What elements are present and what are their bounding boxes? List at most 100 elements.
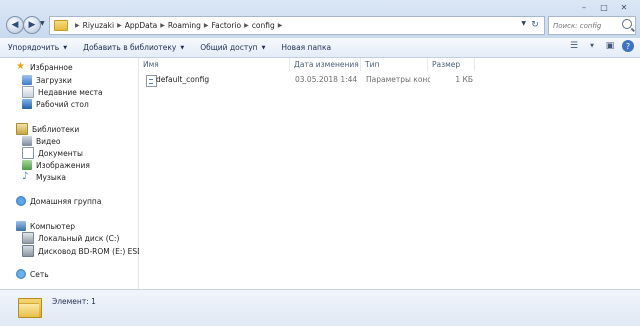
column-label: Дата изменения (294, 60, 359, 69)
chevron-right-icon[interactable]: ▶ (117, 22, 122, 29)
documents-icon (22, 147, 34, 159)
breadcrumb-item[interactable]: AppData (125, 21, 158, 30)
file-name: default_config (156, 75, 210, 84)
nav-label: Музыка (36, 172, 66, 182)
nav-video[interactable]: Видео (22, 135, 60, 147)
nav-label: Загрузки (36, 75, 72, 85)
help-icon[interactable]: ? (622, 40, 634, 52)
recent-pages-dropdown[interactable]: ▼ (40, 20, 47, 28)
share-button[interactable]: Общий доступ ▼ (192, 38, 273, 57)
breadcrumb-item[interactable]: Riyuzaki (83, 21, 114, 30)
chevron-down-icon: ▼ (180, 44, 185, 51)
chevron-right-icon[interactable]: ▶ (75, 22, 80, 29)
file-size: 1 КБ (455, 75, 473, 84)
folder-icon (54, 20, 68, 31)
hard-drive-icon (22, 232, 34, 244)
network-icon (16, 269, 26, 279)
column-header-name[interactable]: Имя (139, 58, 290, 71)
address-bar[interactable]: ▶ Riyuzaki ▶ AppData ▶ Roaming ▶ Factori… (49, 16, 545, 35)
star-icon: ★ (16, 61, 25, 72)
views-icon[interactable] (568, 40, 580, 52)
file-list: Имя Дата изменения Тип Размер default_co… (139, 58, 640, 289)
item-count: Элемент: 1 (52, 297, 96, 306)
nav-label: Изображения (36, 160, 90, 170)
forward-button[interactable]: ▶ (23, 16, 41, 34)
navigation-pane: ★ Избранное Загрузки Недавние места Рабоч… (0, 58, 159, 289)
file-date: 03.05.2018 1:44 (295, 75, 358, 84)
add-to-library-button[interactable]: Добавить в библиотеку ▼ (75, 38, 192, 57)
chevron-down-icon: ▼ (63, 44, 68, 51)
nav-label: Компьютер (30, 221, 75, 231)
downloads-icon (22, 75, 32, 85)
desktop-icon (22, 99, 32, 109)
nav-desktop[interactable]: Рабочий стол (22, 98, 89, 110)
column-header-type[interactable]: Тип (361, 58, 428, 71)
organize-label: Упорядочить (8, 43, 60, 52)
address-history-dropdown[interactable]: ▼ (521, 20, 526, 27)
chevron-right-icon[interactable]: ▶ (244, 22, 249, 29)
breadcrumb: ▶ Riyuzaki ▶ AppData ▶ Roaming ▶ Factori… (72, 21, 285, 30)
nav-documents[interactable]: Документы (22, 147, 83, 159)
explorer-window: – □ ✕ ◀ ▶ ▼ ▶ Riyuzaki ▶ AppData ▶ Roami… (0, 0, 640, 326)
nav-label: Видео (36, 136, 61, 146)
caption-buttons: – □ ✕ (574, 0, 634, 14)
column-label: Тип (365, 60, 380, 69)
new-folder-label: Новая папка (281, 43, 332, 52)
add-to-library-label: Добавить в библиотеку (83, 43, 177, 52)
preview-pane-icon[interactable]: ▣ (604, 40, 616, 52)
recent-places-icon (22, 86, 34, 98)
breadcrumb-item[interactable]: config (252, 21, 275, 30)
minimize-button[interactable]: – (574, 0, 594, 14)
video-library-icon (22, 136, 32, 146)
search-box[interactable] (548, 16, 636, 35)
nav-label: Сеть (30, 269, 49, 279)
search-input[interactable] (553, 21, 621, 30)
column-label: Размер (432, 60, 461, 69)
nav-downloads[interactable]: Загрузки (22, 74, 72, 86)
nav-computer[interactable]: Компьютер (16, 220, 75, 232)
toolbar-right: ▼ ▣ ? (568, 40, 634, 52)
nav-pictures[interactable]: Изображения (22, 159, 90, 171)
pictures-icon (22, 160, 32, 170)
dvd-drive-icon (22, 245, 34, 257)
libraries-icon (16, 123, 28, 135)
chevron-down-icon[interactable]: ▼ (586, 40, 598, 52)
back-button[interactable]: ◀ (6, 16, 24, 34)
nav-label: Документы (38, 148, 83, 158)
chevron-right-icon[interactable]: ▶ (278, 22, 283, 29)
chevron-down-icon: ▼ (261, 44, 266, 51)
close-button[interactable]: ✕ (614, 0, 634, 14)
command-bar: Упорядочить ▼ Добавить в библиотеку ▼ Общи… (0, 38, 640, 58)
nav-libraries[interactable]: Библиотеки (16, 123, 79, 135)
nav-local-disk[interactable]: Локальный диск (C:) (22, 232, 119, 244)
chevron-right-icon[interactable]: ▶ (204, 22, 209, 29)
organize-button[interactable]: Упорядочить ▼ (0, 38, 75, 57)
table-row[interactable]: default_config 03.05.2018 1:44 Параметры… (142, 74, 482, 87)
nav-homegroup[interactable]: Домашняя группа (16, 195, 101, 207)
column-header-size[interactable]: Размер (428, 58, 475, 71)
nav-favorites[interactable]: ★ Избранное (16, 61, 73, 73)
breadcrumb-item[interactable]: Factorio (211, 21, 241, 30)
chevron-right-icon[interactable]: ▶ (160, 22, 165, 29)
share-label: Общий доступ (200, 43, 258, 52)
nav-label: Недавние места (38, 87, 103, 97)
nav-network[interactable]: Сеть (16, 268, 49, 280)
arrow-left-icon: ◀ (11, 20, 19, 30)
nav-label: Избранное (30, 62, 73, 72)
folder-icon (18, 296, 42, 318)
file-type: Параметры конф... (366, 75, 430, 84)
arrow-right-icon: ▶ (28, 20, 36, 30)
column-header-date[interactable]: Дата изменения (290, 58, 361, 71)
new-folder-button[interactable]: Новая папка (273, 38, 339, 57)
column-label: Имя (143, 60, 159, 69)
nav-music[interactable]: ♪ Музыка (22, 171, 66, 183)
details-pane: Элемент: 1 (0, 289, 640, 326)
nav-label: Библиотеки (32, 124, 80, 134)
search-icon[interactable] (622, 19, 632, 29)
nav-recent-places[interactable]: Недавние места (22, 86, 103, 98)
refresh-icon[interactable]: ↻ (528, 18, 542, 32)
maximize-button[interactable]: □ (594, 0, 614, 14)
breadcrumb-item[interactable]: Roaming (168, 21, 201, 30)
nav-label: Локальный диск (C:) (38, 233, 120, 243)
computer-icon (16, 221, 26, 231)
